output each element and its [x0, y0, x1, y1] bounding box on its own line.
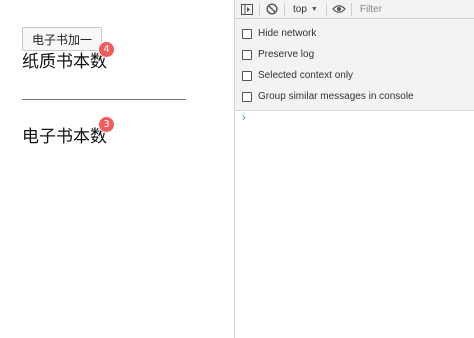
- ebook-count-title: 电子书本数: [22, 127, 107, 147]
- checkbox[interactable]: [242, 49, 252, 60]
- toolbar-separator: [284, 2, 285, 16]
- app-panel: 电子书加一 纸质书本数 4 电子书本数 3: [0, 0, 234, 338]
- checkbox[interactable]: [242, 28, 252, 39]
- toolbar-separator: [259, 2, 260, 16]
- toolbar-separator: [350, 2, 352, 16]
- context-label: top: [293, 3, 307, 15]
- console-prompt-icon[interactable]: ›: [235, 112, 474, 124]
- eye-icon[interactable]: [332, 2, 346, 16]
- option-group-similar[interactable]: Group similar messages in console: [235, 86, 474, 107]
- section-divider: [22, 99, 186, 100]
- checkbox[interactable]: [242, 70, 252, 81]
- filter-input[interactable]: Filter: [357, 4, 382, 15]
- context-selector[interactable]: top ▼: [290, 4, 321, 15]
- option-selected-context-only[interactable]: Selected context only: [235, 65, 474, 86]
- paper-book-count-badge: 4: [98, 41, 115, 58]
- clear-console-icon[interactable]: [265, 2, 279, 16]
- checkbox[interactable]: [242, 91, 252, 102]
- option-label: Group similar messages in console: [258, 91, 414, 102]
- option-preserve-log[interactable]: Preserve log: [235, 44, 474, 65]
- toolbar-separator: [325, 2, 327, 16]
- console-settings: Hide network Preserve log Selected conte…: [235, 19, 474, 111]
- sidebar-toggle-icon[interactable]: [240, 2, 254, 16]
- ebook-count-badge: 3: [98, 116, 115, 133]
- console-toolbar: top ▼ Filter: [235, 0, 474, 19]
- devtools-console: top ▼ Filter Hide network Preserve log S…: [234, 0, 474, 338]
- paper-book-count-title: 纸质书本数: [22, 52, 107, 72]
- dropdown-arrow-icon: ▼: [310, 5, 318, 13]
- option-label: Hide network: [258, 28, 317, 39]
- option-hide-network[interactable]: Hide network: [235, 23, 474, 44]
- option-label: Selected context only: [258, 70, 354, 81]
- option-label: Preserve log: [258, 49, 315, 60]
